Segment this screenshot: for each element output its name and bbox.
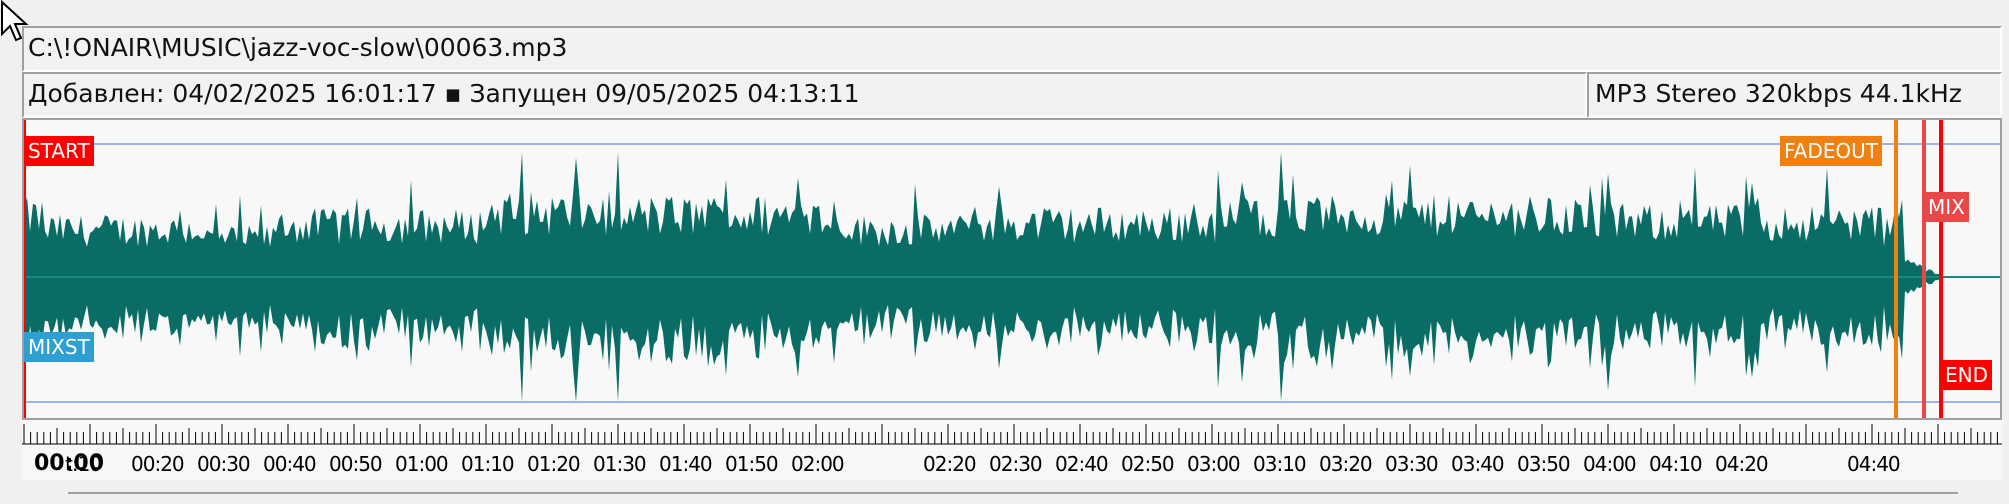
mix-marker-label[interactable]: MIX <box>1924 192 1969 222</box>
timeline-label: 04:40 <box>1847 452 1901 476</box>
mixst-marker-label[interactable]: MIXST <box>24 332 94 362</box>
file-dates-info: Добавлен: 04/02/2025 16:01:17 ▪ Запущен … <box>22 72 1587 118</box>
timeline-label: 00:30 <box>197 452 251 476</box>
timeline-ruler[interactable]: 00:00 t:10 00:20 00:30 00:40 00:50 01:00 01:10… <box>22 420 2002 480</box>
fadeout-marker-label[interactable]: FADEOUT <box>1780 136 1882 166</box>
start-marker-label[interactable]: START <box>24 136 94 166</box>
timeline-label: 02:20 <box>923 452 977 476</box>
timeline-label: 02:30 <box>989 452 1043 476</box>
timeline-label: 01:10 <box>461 452 515 476</box>
timeline-label: 02:00 <box>791 452 845 476</box>
file-path-field: C:\!ONAIR\MUSIC\jazz-voc-slow\00063.mp3 <box>22 26 2002 72</box>
timeline-label: 00:50 <box>329 452 383 476</box>
timeline-label: 01:30 <box>593 452 647 476</box>
timeline-label: 01:50 <box>725 452 779 476</box>
timeline-label: 03:50 <box>1517 452 1571 476</box>
timeline-label: 01:20 <box>527 452 581 476</box>
timeline-label: 02:50 <box>1121 452 1175 476</box>
timeline-label: 03:20 <box>1319 452 1373 476</box>
timeline-label: 04:10 <box>1649 452 1703 476</box>
audio-format-info: MP3 Stereo 320kbps 44.1kHz <box>1587 72 2002 118</box>
timeline-label: 04:00 <box>1583 452 1637 476</box>
timeline-label: 01:00 <box>395 452 449 476</box>
timeline-label: t:10 <box>65 452 102 476</box>
timeline-label: 03:00 <box>1187 452 1241 476</box>
timeline-label: 03:10 <box>1253 452 1307 476</box>
waveform-view[interactable]: START MIXST FADEOUT MIX END <box>22 118 2002 420</box>
timeline-label: 00:40 <box>263 452 317 476</box>
timeline-label: 03:40 <box>1451 452 1505 476</box>
end-marker-label[interactable]: END <box>1941 360 1992 390</box>
timeline-label: 00:20 <box>131 452 185 476</box>
timeline-label: 01:40 <box>659 452 713 476</box>
timeline-label: 02:40 <box>1055 452 1109 476</box>
timeline-label: 04:20 <box>1715 452 1769 476</box>
timeline-label: 03:30 <box>1385 452 1439 476</box>
bottom-panel-edge <box>68 492 1958 504</box>
